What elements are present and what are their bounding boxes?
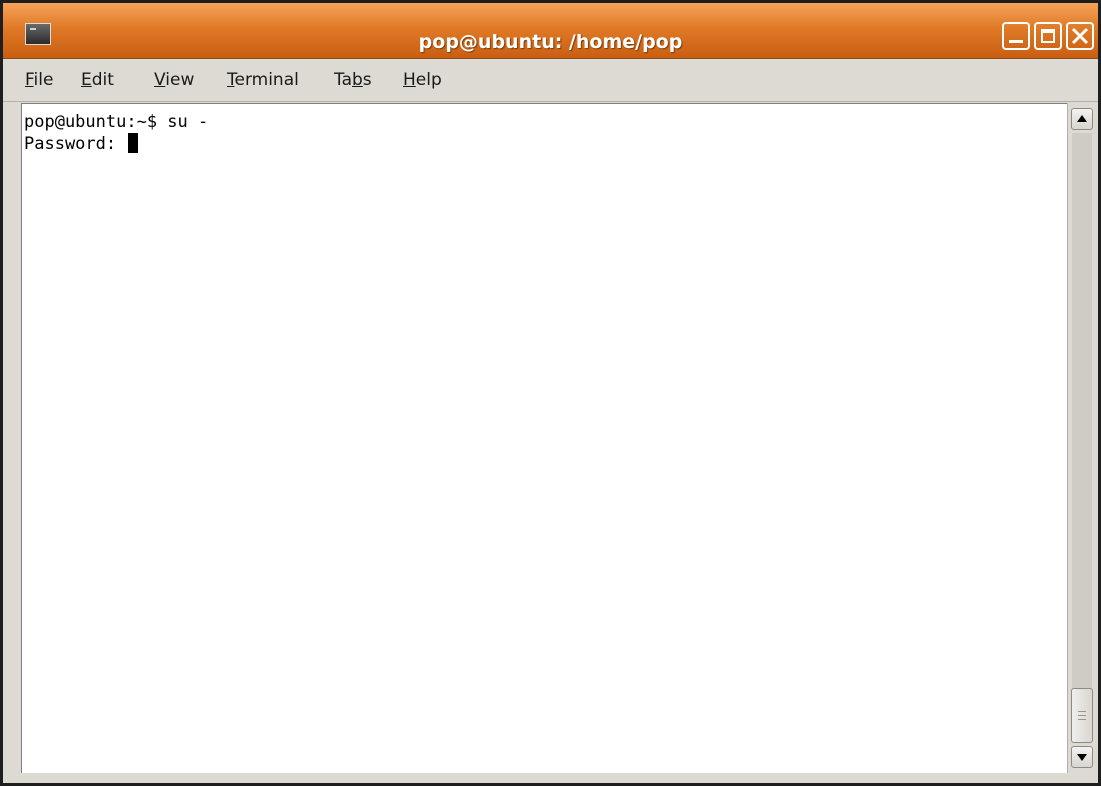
password-prompt: Password: — [24, 134, 127, 154]
vertical-scrollbar[interactable] — [1067, 103, 1097, 773]
maximize-icon[interactable] — [1034, 22, 1062, 50]
arrow-up-icon[interactable] — [1071, 108, 1093, 130]
arrow-down-icon[interactable] — [1071, 746, 1093, 768]
minimize-icon[interactable] — [1002, 22, 1030, 50]
scroll-track[interactable] — [1072, 133, 1092, 743]
window-title: pop@ubuntu: /home/pop — [418, 31, 683, 53]
menu-bar: File Edit View Terminal Tabs Help — [3, 59, 1098, 102]
terminal-line: pop@ubuntu:~$ su - — [24, 112, 209, 132]
grip-line — [1078, 715, 1086, 716]
menu-file[interactable]: File — [21, 59, 57, 101]
grip-line — [1078, 711, 1086, 712]
menu-terminal[interactable]: Terminal — [223, 59, 303, 101]
terminal-window: pop@ubuntu: /home/pop File Edit View Ter… — [0, 0, 1101, 786]
menu-edit[interactable]: Edit — [77, 59, 118, 101]
terminal-output[interactable]: pop@ubuntu:~$ su - Password: — [21, 103, 1067, 773]
menu-tabs[interactable]: Tabs — [330, 59, 376, 101]
title-bar[interactable]: pop@ubuntu: /home/pop — [3, 3, 1098, 59]
text-cursor — [128, 133, 139, 153]
menu-view[interactable]: View — [150, 59, 198, 101]
close-icon[interactable] — [1066, 22, 1094, 50]
grip-line — [1078, 719, 1086, 720]
terminal-line: Password: — [24, 133, 139, 155]
scroll-thumb[interactable] — [1071, 688, 1093, 743]
menu-help[interactable]: Help — [399, 59, 446, 101]
